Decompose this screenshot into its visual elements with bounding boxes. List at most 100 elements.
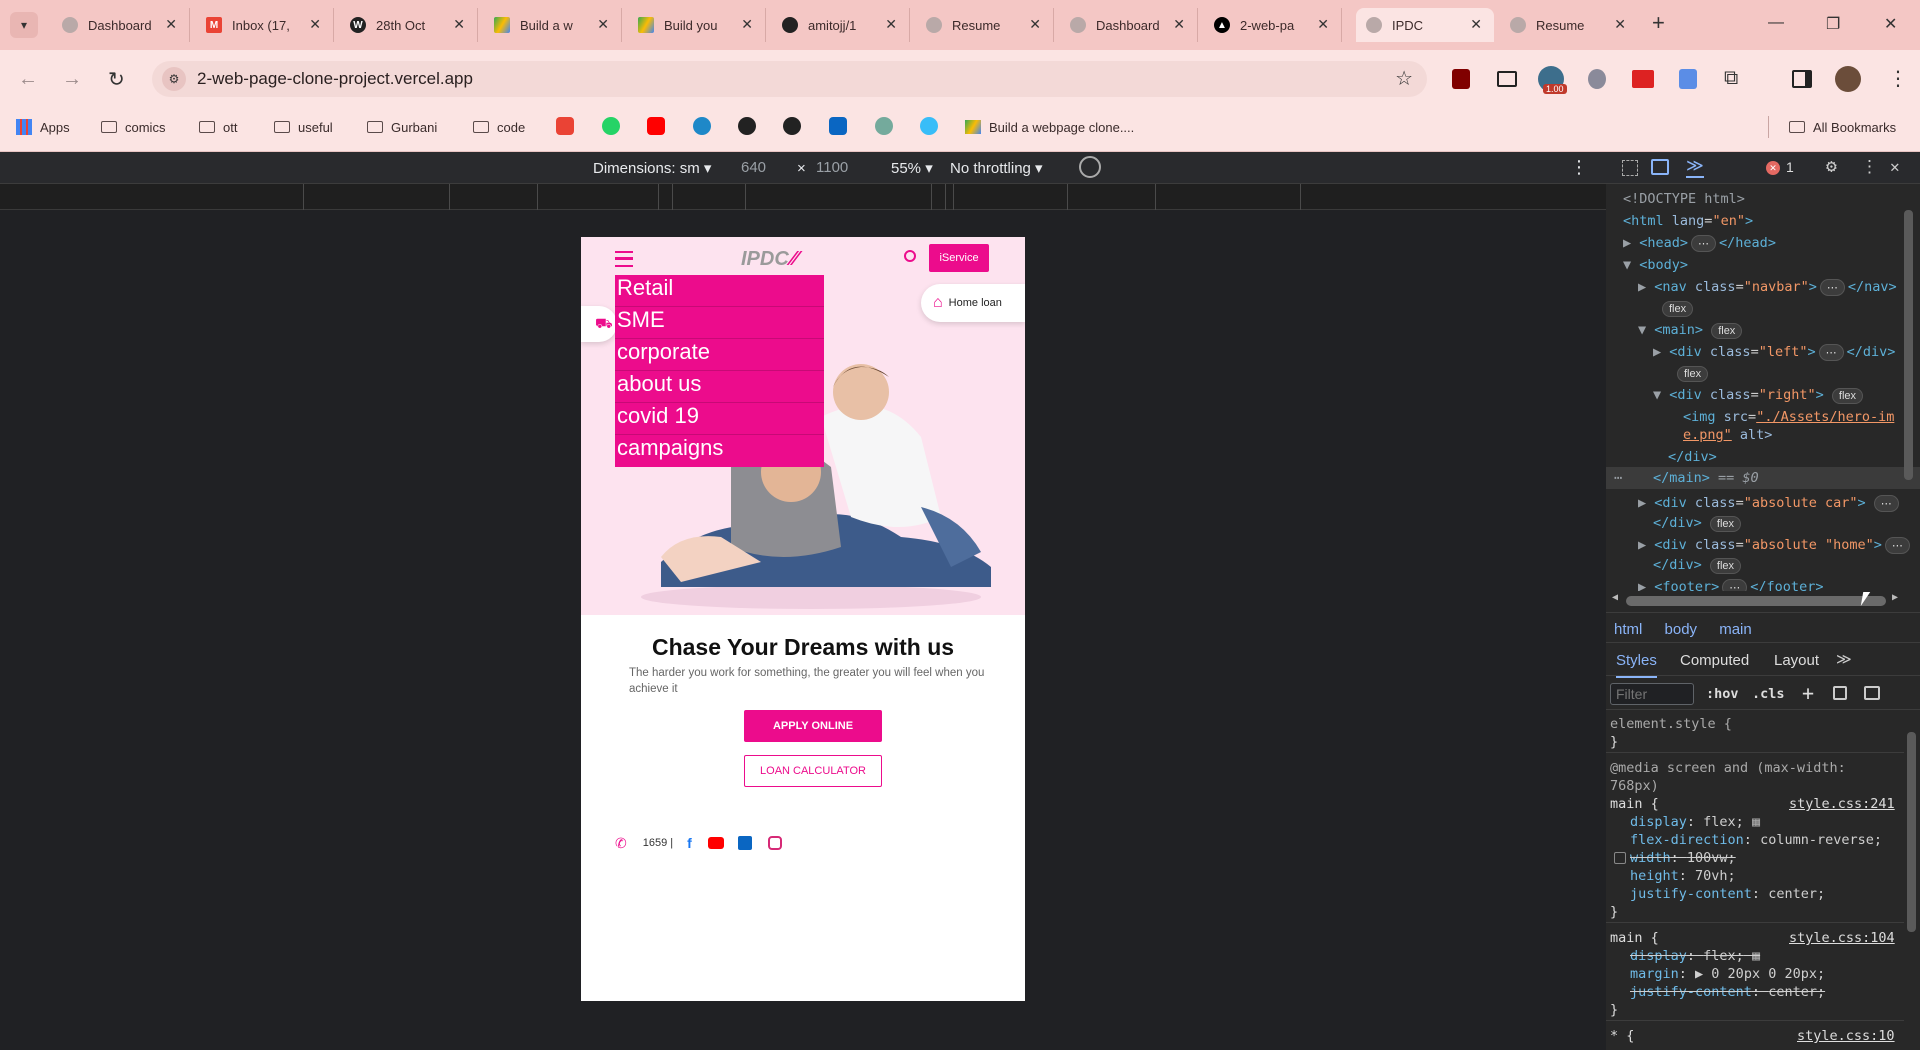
scroll-right-arrow[interactable]: ▶	[1892, 592, 1898, 603]
extensions-puzzle-icon[interactable]: ⧉	[1724, 67, 1738, 90]
car-badge[interactable]: ⛟	[581, 306, 617, 342]
styles-vertical-scrollbar[interactable]	[1907, 732, 1916, 932]
style-source-link-1[interactable]: style.css:241	[1789, 796, 1895, 812]
extension-blue-icon[interactable]	[1679, 69, 1697, 89]
url-text[interactable]: 2-web-page-clone-project.vercel.app	[197, 69, 473, 89]
dom-nav[interactable]: ▶ <nav class="navbar"> ⋯ </nav>	[1638, 279, 1897, 296]
throttling-select[interactable]: No throttling ▾	[950, 159, 1043, 177]
ublock-icon[interactable]	[1452, 69, 1470, 89]
whatsapp-bookmark-icon[interactable]	[602, 117, 620, 135]
flex-badge[interactable]: flex	[1677, 366, 1709, 382]
dom-footer[interactable]: ▶ <footer> ⋯ </footer>	[1638, 579, 1823, 591]
bookmark-apps[interactable]: Apps	[16, 117, 70, 137]
height-input[interactable]: 1100	[816, 159, 848, 176]
breadcrumb-main[interactable]: main	[1719, 621, 1752, 638]
loan-calculator-button[interactable]: LOAN CALCULATOR	[744, 755, 882, 787]
picture-in-picture-icon[interactable]	[1497, 71, 1517, 87]
dom-head[interactable]: ▶ <head> ⋯ </head>	[1623, 235, 1776, 252]
search-icon[interactable]	[904, 250, 916, 262]
forward-icon[interactable]: →	[62, 68, 82, 91]
extension-red-icon[interactable]	[1632, 70, 1654, 88]
close-icon[interactable]: ✕	[453, 16, 465, 33]
dom-body[interactable]: ▼ <body>	[1623, 257, 1688, 273]
scroll-left-arrow[interactable]: ◀	[1612, 592, 1618, 603]
flexbox-editor-icon[interactable]: ▦	[1752, 814, 1760, 830]
menu-item-corporate[interactable]: corporate	[615, 339, 824, 371]
dom-div-home[interactable]: ▶ <div class="absolute "home"> ⋯	[1638, 537, 1910, 554]
prop-row[interactable]: display: flex; ▦	[1630, 814, 1760, 830]
linkedin-icon[interactable]	[737, 836, 752, 850]
bookmark-folder-code[interactable]: code	[473, 117, 525, 137]
youtube-bookmark-icon[interactable]	[647, 117, 665, 135]
styles-filter-input[interactable]	[1610, 683, 1694, 705]
restore-icon[interactable]: ❐	[1826, 14, 1840, 34]
iservice-button[interactable]: iService	[929, 244, 989, 272]
bookmark-build-webpage[interactable]: Build a webpage clone....	[965, 117, 1134, 137]
tab-search-button[interactable]: ▾	[10, 12, 38, 38]
tab-4[interactable]: Build you ✕	[628, 8, 766, 42]
element-style-rule[interactable]: element.style {	[1610, 716, 1732, 732]
rule-main-selector-2[interactable]: main {	[1610, 930, 1659, 946]
chrome-menu-icon[interactable]: ⋮	[1888, 66, 1908, 91]
close-icon[interactable]: ✕	[1173, 16, 1185, 33]
profile-avatar[interactable]	[1835, 66, 1861, 92]
home-loan-badge[interactable]: ⌂ Home loan	[921, 284, 1025, 322]
device-preview[interactable]: IPDC ⁄⁄ iService ⛟ ⌂ Home loan Retail SME…	[581, 237, 1025, 1001]
tab-0[interactable]: Dashboard ✕	[52, 8, 190, 42]
media-query-ruler[interactable]	[0, 184, 1606, 210]
side-panel-icon[interactable]	[1792, 70, 1812, 88]
tab-8[interactable]: ▲ 2-web-pa ✕	[1204, 8, 1342, 42]
bookmark-star-icon[interactable]: ☆	[1395, 66, 1413, 91]
tab-2[interactable]: W 28th Oct ✕	[340, 8, 478, 42]
zoom-select[interactable]: 55% ▾	[891, 159, 933, 177]
reload-icon[interactable]: ↻	[108, 67, 125, 92]
github-bookmark-icon[interactable]	[783, 117, 801, 135]
sidebar-toggle-icon[interactable]	[1864, 686, 1880, 700]
more-tabs-icon[interactable]: ≫	[1686, 156, 1704, 178]
edge-bookmark-icon[interactable]	[693, 117, 711, 135]
instagram-icon[interactable]	[767, 836, 782, 850]
tab-3[interactable]: Build a w ✕	[484, 8, 622, 42]
bookmark-folder-comics[interactable]: comics	[101, 117, 165, 137]
dom-div-car[interactable]: ▶ <div class="absolute car"> ⋯	[1638, 495, 1899, 512]
rule-main-selector-1[interactable]: main {	[1610, 796, 1659, 812]
close-icon[interactable]: ✕	[309, 16, 321, 33]
tab-9-active[interactable]: IPDC ✕	[1356, 8, 1494, 42]
tab-computed[interactable]: Computed	[1680, 652, 1749, 669]
tailwind-bookmark-icon[interactable]	[920, 117, 938, 135]
dom-div-left[interactable]: ▶ <div class="left"> ⋯ </div>	[1653, 344, 1895, 361]
flex-badge[interactable]: flex	[1709, 516, 1742, 532]
dom-vertical-scrollbar[interactable]	[1904, 210, 1913, 480]
close-icon[interactable]: ✕	[597, 16, 609, 33]
hamburger-icon[interactable]	[615, 251, 633, 267]
menu-item-about-us[interactable]: about us	[615, 371, 824, 403]
close-icon[interactable]: ✕	[1317, 16, 1329, 33]
back-icon[interactable]: ←	[18, 68, 38, 91]
hover-state-toggle[interactable]: :hov	[1706, 686, 1739, 702]
new-tab-icon[interactable]: +	[1652, 10, 1665, 36]
rule-star-selector[interactable]: * {	[1610, 1028, 1634, 1044]
prop-row[interactable]: justify-content: center;	[1630, 886, 1825, 902]
dom-main-close-selected[interactable]: ⋯ </main> == $0	[1606, 467, 1920, 489]
device-toggle-icon[interactable]	[1651, 159, 1669, 175]
dom-doctype[interactable]: <!DOCTYPE html>	[1623, 191, 1745, 207]
close-icon[interactable]: ✕	[1029, 16, 1041, 33]
prop-row-struck[interactable]: justify-content: center;	[1630, 984, 1825, 1000]
gmail-bookmark-icon[interactable]	[556, 117, 574, 135]
site-info-icon[interactable]: ⚙	[162, 67, 186, 91]
bookmark-folder-gurbani[interactable]: Gurbani	[367, 117, 437, 137]
width-input[interactable]: 640	[741, 159, 766, 176]
apply-online-button[interactable]: APPLY ONLINE	[744, 710, 882, 742]
tab-7[interactable]: Dashboard ✕	[1060, 8, 1198, 42]
bug-icon[interactable]	[1588, 69, 1606, 89]
rotate-icon[interactable]	[1079, 156, 1101, 178]
prop-row[interactable]: flex-direction: column-reverse;	[1630, 832, 1882, 848]
close-icon[interactable]: ✕	[741, 16, 753, 33]
chatgpt-bookmark-icon[interactable]	[875, 117, 893, 135]
tab-10[interactable]: Resume ✕	[1500, 8, 1638, 42]
flexbox-editor-icon[interactable]: ▦	[1752, 948, 1760, 964]
more-options-icon[interactable]: ⋮	[1570, 157, 1588, 178]
menu-item-campaigns[interactable]: campaigns	[615, 435, 824, 467]
settings-gear-icon[interactable]: ⚙	[1826, 156, 1837, 177]
devtools-menu-icon[interactable]: ⋮	[1861, 157, 1878, 177]
